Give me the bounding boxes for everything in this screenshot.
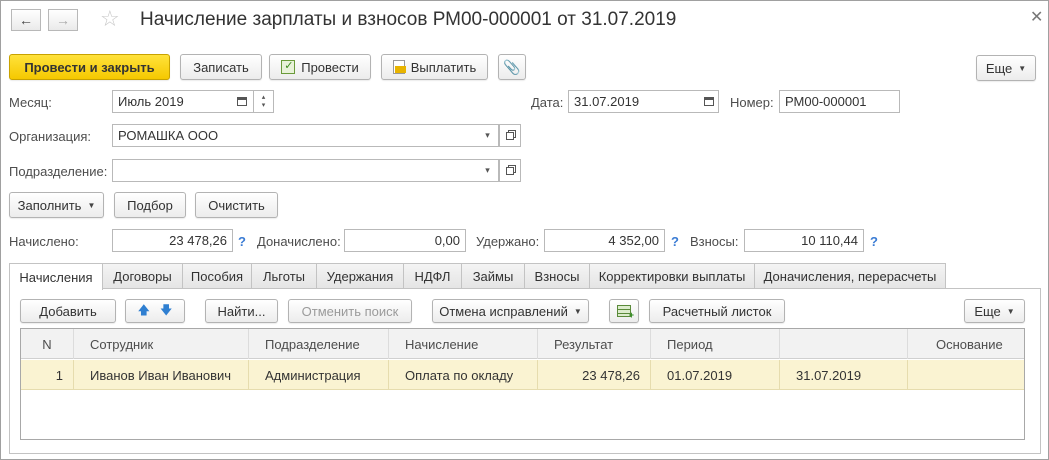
tab-loans[interactable]: Займы: [461, 263, 525, 289]
cell-result: 23 478,26: [538, 360, 651, 390]
contributions-help-icon[interactable]: ?: [870, 234, 878, 249]
organization-dropdown-icon[interactable]: ▾: [477, 124, 499, 147]
post-button[interactable]: ✓ Провести: [269, 54, 371, 80]
grid-more-button[interactable]: Еще ▼: [964, 299, 1025, 323]
pay-document-icon: [392, 60, 406, 74]
month-spin-icon[interactable]: ▴ ▾: [254, 90, 274, 113]
tab-recalculations[interactable]: Доначисления, перерасчеты: [754, 263, 946, 289]
column-header-result[interactable]: Результат: [538, 329, 651, 359]
date-input[interactable]: 31.07.2019: [568, 90, 700, 113]
pay-button[interactable]: Выплатить: [381, 54, 488, 80]
date-calendar-icon[interactable]: [699, 90, 719, 113]
tab-benefits[interactable]: Пособия: [182, 263, 252, 289]
cell-period-start: 01.07.2019: [651, 360, 780, 390]
tab-privileges[interactable]: Льготы: [251, 263, 317, 289]
tab-ndfl[interactable]: НДФЛ: [403, 263, 462, 289]
post-document-icon: ✓: [281, 60, 296, 74]
cell-n: 1: [21, 360, 74, 390]
table-add-icon: +: [617, 305, 634, 320]
cell-period-end: 31.07.2019: [780, 360, 908, 390]
accrued-value: 23 478,26: [112, 229, 233, 252]
cancel-fixes-label: Отмена исправлений: [439, 303, 568, 319]
table-row[interactable]: 1 Иванов Иван Иванович Администрация Опл…: [21, 360, 1024, 390]
date-label: Дата:: [531, 95, 564, 110]
payslip-button[interactable]: Расчетный листок: [649, 299, 785, 323]
organization-input[interactable]: РОМАШКА ООО: [112, 124, 478, 147]
withheld-label: Удержано:: [476, 234, 540, 249]
table-settings-button[interactable]: +: [609, 299, 639, 323]
accrued-help-icon[interactable]: ?: [238, 234, 246, 249]
column-header-department[interactable]: Подразделение: [249, 329, 389, 359]
post-button-label: Провести: [301, 59, 359, 75]
calendar-icon[interactable]: [230, 90, 254, 113]
cell-accrual: Оплата по окладу: [389, 360, 538, 390]
pick-button[interactable]: Подбор: [114, 192, 186, 218]
favorite-star-icon[interactable]: ☆: [100, 7, 120, 31]
move-buttons: 🡅 🡇: [125, 299, 185, 323]
column-header-period-end[interactable]: [780, 329, 908, 359]
department-open-icon[interactable]: [499, 159, 521, 182]
tab-deductions[interactable]: Удержания: [316, 263, 404, 289]
organization-label: Организация:: [9, 129, 92, 144]
contributions-label: Взносы:: [690, 234, 739, 249]
more-button-label: Еще: [985, 60, 1013, 76]
column-header-accrual[interactable]: Начисление: [389, 329, 538, 359]
cell-employee: Иванов Иван Иванович: [74, 360, 249, 390]
column-header-n[interactable]: N: [21, 329, 74, 359]
tab-contracts[interactable]: Договоры: [102, 263, 183, 289]
forward-arrow-icon[interactable]: →: [48, 9, 78, 31]
chevron-down-icon: ▼: [1006, 306, 1015, 316]
number-input[interactable]: РМ00-000001: [779, 90, 900, 113]
column-header-employee[interactable]: Сотрудник: [74, 329, 249, 359]
extra-accrued-label: Доначислено:: [257, 234, 341, 249]
month-label: Месяц:: [9, 95, 52, 110]
tab-contributions[interactable]: Взносы: [524, 263, 590, 289]
cancel-search-button[interactable]: Отменить поиск: [288, 299, 412, 323]
cell-department: Администрация: [249, 360, 389, 390]
save-button[interactable]: Записать: [180, 54, 262, 80]
accrued-label: Начислено:: [9, 234, 79, 249]
cancel-fixes-button[interactable]: Отмена исправлений ▼: [432, 299, 589, 323]
accruals-table[interactable]: N Сотрудник Подразделение Начисление Рез…: [20, 328, 1025, 440]
extra-accrued-value: 0,00: [344, 229, 466, 252]
document-window: ← → ☆ Начисление зарплаты и взносов РМ00…: [0, 0, 1049, 460]
withheld-value: 4 352,00: [544, 229, 665, 252]
tab-payment-corrections[interactable]: Корректировки выплаты: [589, 263, 755, 289]
clear-button[interactable]: Очистить: [195, 192, 278, 218]
paperclip-icon: 📎: [503, 58, 521, 75]
department-dropdown-icon[interactable]: ▾: [477, 159, 499, 182]
contributions-value: 10 110,44: [744, 229, 864, 252]
find-button[interactable]: Найти...: [205, 299, 278, 323]
post-and-close-button[interactable]: Провести и закрыть: [9, 54, 170, 80]
move-up-icon[interactable]: 🡅: [138, 301, 150, 322]
department-input[interactable]: [112, 159, 478, 182]
close-icon[interactable]: ✕: [1030, 7, 1043, 27]
fill-button[interactable]: Заполнить ▼: [9, 192, 104, 218]
chevron-down-icon: ▼: [573, 306, 582, 316]
column-header-basis[interactable]: Основание: [908, 329, 1024, 359]
grid-more-label: Еще: [974, 303, 1001, 319]
window-title: Начисление зарплаты и взносов РМ00-00000…: [140, 9, 677, 30]
add-row-button[interactable]: Добавить: [20, 299, 116, 323]
more-button[interactable]: Еще ▼: [976, 55, 1036, 81]
month-input[interactable]: Июль 2019: [112, 90, 231, 113]
number-label: Номер:: [730, 95, 774, 110]
table-header: N Сотрудник Подразделение Начисление Рез…: [21, 329, 1024, 359]
column-header-period-start[interactable]: Период: [651, 329, 780, 359]
organization-open-icon[interactable]: [499, 124, 521, 147]
department-label: Подразделение:: [9, 164, 108, 179]
back-arrow-icon[interactable]: ←: [11, 9, 41, 31]
attachment-button[interactable]: 📎: [498, 54, 526, 80]
move-down-icon[interactable]: 🡇: [160, 301, 172, 322]
chevron-down-icon: ▼: [87, 200, 96, 210]
pay-button-label: Выплатить: [410, 59, 477, 75]
chevron-down-icon: ▼: [1018, 63, 1027, 73]
cell-basis: [908, 360, 1024, 390]
withheld-help-icon[interactable]: ?: [671, 234, 679, 249]
fill-button-label: Заполнить: [17, 197, 82, 213]
tab-accruals[interactable]: Начисления: [9, 263, 103, 290]
